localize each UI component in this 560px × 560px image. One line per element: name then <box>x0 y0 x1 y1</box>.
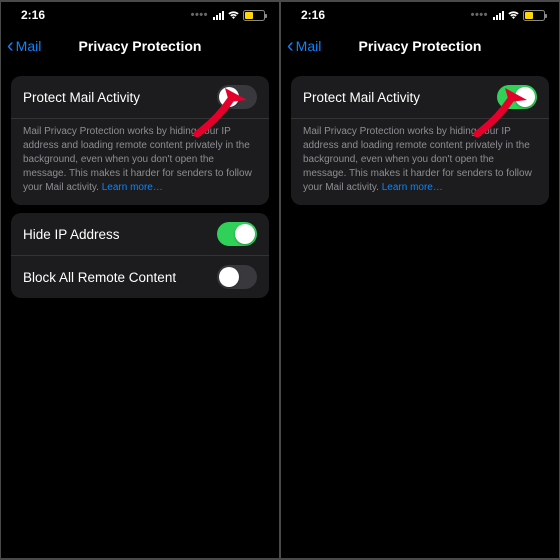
back-button[interactable]: ‹ Mail <box>287 36 321 56</box>
back-label: Mail <box>296 38 322 54</box>
status-bar: 2:16 •••• <box>1 2 279 28</box>
status-time: 2:16 <box>21 8 45 22</box>
row-label: Protect Mail Activity <box>23 90 140 105</box>
nav-bar: ‹ Mail Privacy Protection <box>1 28 279 64</box>
row-block-remote[interactable]: Block All Remote Content <box>11 256 269 298</box>
row-protect-mail[interactable]: Protect Mail Activity <box>11 76 269 119</box>
battery-icon <box>243 10 265 21</box>
row-hide-ip[interactable]: Hide IP Address <box>11 213 269 256</box>
battery-fill <box>245 12 253 19</box>
content: Protect Mail Activity Mail Privacy Prote… <box>1 64 279 298</box>
phone-right: 2:16 •••• ‹ Mail Privacy Protection Prot… <box>281 2 559 558</box>
row-label: Hide IP Address <box>23 227 120 242</box>
learn-more-link[interactable]: Learn more… <box>382 182 443 193</box>
signal-icon <box>213 11 224 20</box>
status-right: •••• <box>471 9 545 21</box>
wifi-icon <box>227 10 240 20</box>
phone-left: 2:16 •••• ‹ Mail Privacy Protection Prot… <box>1 2 279 558</box>
page-title: Privacy Protection <box>359 38 482 54</box>
back-button[interactable]: ‹ Mail <box>7 36 41 56</box>
desc-protect: Mail Privacy Protection works by hiding … <box>11 119 269 205</box>
status-time: 2:16 <box>301 8 325 22</box>
status-bar: 2:16 •••• <box>281 2 559 28</box>
nav-bar: ‹ Mail Privacy Protection <box>281 28 559 64</box>
chevron-left-icon: ‹ <box>287 36 294 56</box>
wifi-icon <box>507 10 520 20</box>
toggle-hide-ip[interactable] <box>217 222 257 246</box>
signal-icon <box>493 11 504 20</box>
dots-icon: •••• <box>471 9 488 21</box>
chevron-left-icon: ‹ <box>7 36 14 56</box>
status-right: •••• <box>191 9 265 21</box>
toggle-protect-mail[interactable] <box>217 85 257 109</box>
content: Protect Mail Activity Mail Privacy Prote… <box>281 64 559 205</box>
group-protect: Protect Mail Activity Mail Privacy Prote… <box>11 76 269 205</box>
row-protect-mail[interactable]: Protect Mail Activity <box>291 76 549 119</box>
toggle-block-remote[interactable] <box>217 265 257 289</box>
battery-icon <box>523 10 545 21</box>
row-label: Protect Mail Activity <box>303 90 420 105</box>
group-protect: Protect Mail Activity Mail Privacy Prote… <box>291 76 549 205</box>
battery-fill <box>525 12 533 19</box>
learn-more-link[interactable]: Learn more… <box>102 182 163 193</box>
back-label: Mail <box>16 38 42 54</box>
dots-icon: •••• <box>191 9 208 21</box>
toggle-protect-mail[interactable] <box>497 85 537 109</box>
desc-protect: Mail Privacy Protection works by hiding … <box>291 119 549 205</box>
page-title: Privacy Protection <box>79 38 202 54</box>
row-label: Block All Remote Content <box>23 270 176 285</box>
group-ip: Hide IP Address Block All Remote Content <box>11 213 269 298</box>
